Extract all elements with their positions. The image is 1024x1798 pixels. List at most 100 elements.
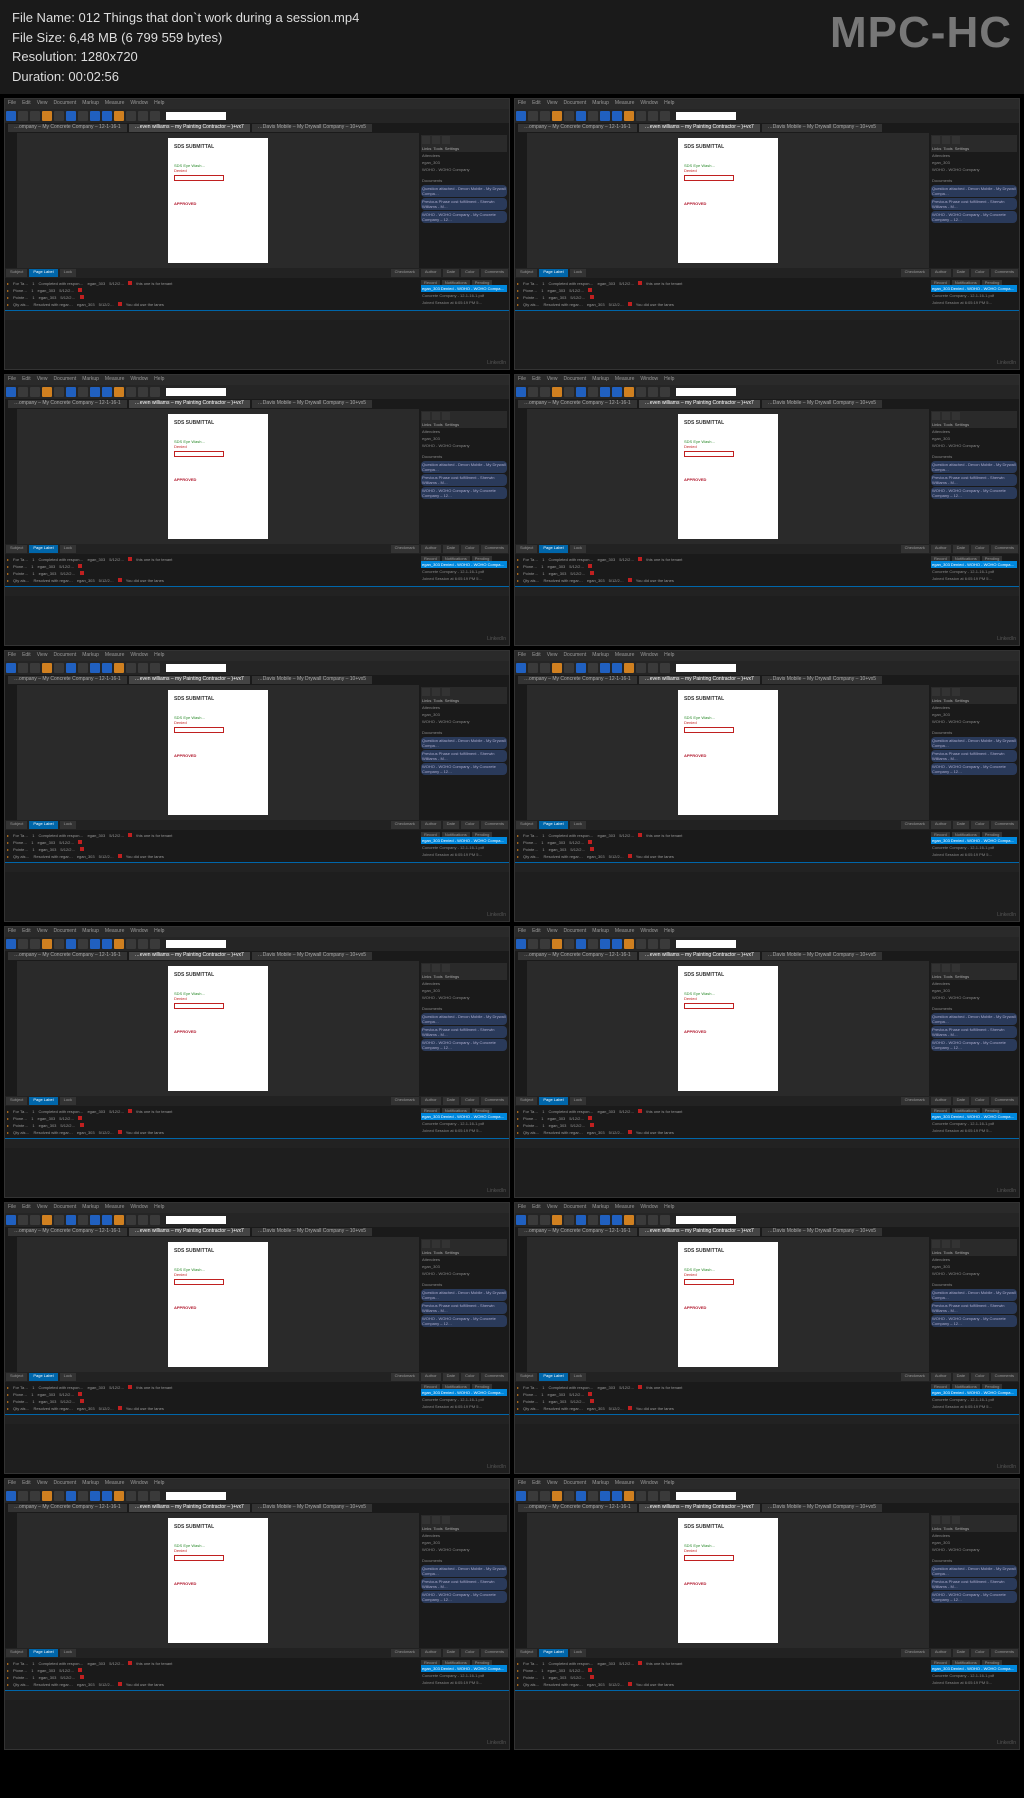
session-row[interactable]: Joined Session at 6:05:19 PM 5… <box>421 1403 507 1410</box>
markup-row[interactable]: ▸ Qty als… Resolved with regar… egan_303… <box>517 301 927 308</box>
toolbar-icon[interactable] <box>636 387 646 397</box>
menubar[interactable]: File Edit View Document Markup Measure W… <box>515 1479 1019 1489</box>
btab-subject[interactable]: Subject <box>516 821 537 829</box>
panel-icon[interactable] <box>932 964 940 972</box>
btab-comments[interactable]: Comments <box>481 1649 508 1657</box>
rtab-notif[interactable]: Notifications <box>442 832 470 837</box>
toolbar-icon[interactable] <box>660 1215 670 1225</box>
session-row[interactable]: Joined Session at 6:05:19 PM 5… <box>421 299 507 306</box>
toolbar-icon[interactable] <box>612 663 622 673</box>
doc-tab[interactable]: …even williams – my Painting Contractor … <box>639 124 760 132</box>
toolbar-icon[interactable] <box>576 111 586 121</box>
rtab-pending[interactable]: Pending <box>982 556 1003 561</box>
panel-icon[interactable] <box>952 412 960 420</box>
toolbar-icon[interactable] <box>588 1491 598 1501</box>
menu-view[interactable]: View <box>37 376 48 384</box>
btab-subject[interactable]: Subject <box>516 269 537 277</box>
document-item[interactable]: WOHO - WOHO Company - My Concrete Compan… <box>421 1039 507 1051</box>
doc-tab[interactable]: …Davis Mobile – My Drywall Company – 10+… <box>762 952 882 960</box>
toolbar-icon[interactable] <box>552 1491 562 1501</box>
doc-tab[interactable]: …ompany – My Concrete Company – 12-1-16-… <box>8 1504 127 1512</box>
menu-window[interactable]: Window <box>130 928 148 936</box>
btab-check[interactable]: Checkmark <box>391 821 419 829</box>
markup-row[interactable]: ▸ Pointe… 1 egan_303 5/12/2… <box>517 1674 927 1681</box>
btab-author[interactable]: Author <box>421 1373 441 1381</box>
menu-document[interactable]: Document <box>563 928 586 936</box>
markup-row[interactable]: ▸ Qty als… Resolved with regar… egan_303… <box>7 1405 417 1412</box>
menu-document[interactable]: Document <box>53 928 76 936</box>
rtab-notif[interactable]: Notifications <box>952 1660 980 1665</box>
tools-tab[interactable]: Tools <box>943 1526 952 1531</box>
search-input[interactable] <box>676 1492 736 1500</box>
toolbar-icon[interactable] <box>564 387 574 397</box>
left-sidebar[interactable] <box>515 685 527 820</box>
btab-page[interactable]: Page Label <box>29 821 57 829</box>
menu-edit[interactable]: Edit <box>22 100 31 108</box>
menu-file[interactable]: File <box>518 928 526 936</box>
toolbar-icon[interactable] <box>150 1491 160 1501</box>
btab-date[interactable]: Date <box>443 1097 459 1105</box>
markup-row[interactable]: ▸ Pointe… 1 egan_303 5/12/2… <box>7 1122 417 1129</box>
left-sidebar[interactable] <box>515 409 527 544</box>
document-viewport[interactable]: SDS SUBMITTAL SDS Eye Wash… Denied APPRO… <box>527 409 929 544</box>
rtab-notif[interactable]: Notifications <box>442 1384 470 1389</box>
menu-view[interactable]: View <box>37 1204 48 1212</box>
document-item[interactable]: Question attached - Devon Mobile - My Dr… <box>421 1565 507 1577</box>
btab-subject[interactable]: Subject <box>6 545 27 553</box>
btab-author[interactable]: Author <box>931 821 951 829</box>
btab-color[interactable]: Color <box>461 269 479 277</box>
markup-row[interactable]: ▸ For Ta… 1 Completed with respon… egan_… <box>517 1384 927 1391</box>
document-viewport[interactable]: SDS SUBMITTAL SDS Eye Wash… Denied APPRO… <box>527 1237 929 1372</box>
settings-tab[interactable]: Settings <box>445 422 459 427</box>
btab-color[interactable]: Color <box>971 821 989 829</box>
session-highlight[interactable]: egan_303 Denied - WOHO - WOHO Compa… <box>421 1389 507 1396</box>
toolbar-icon[interactable] <box>90 111 100 121</box>
document-viewport[interactable]: SDS SUBMITTAL SDS Eye Wash… Denied APPRO… <box>17 1237 419 1372</box>
toolbar-icon[interactable] <box>576 1491 586 1501</box>
left-sidebar[interactable] <box>5 1237 17 1372</box>
tools-tab[interactable]: Tools <box>943 974 952 979</box>
document-item[interactable]: WOHO - WOHO Company - My Concrete Compan… <box>421 211 507 223</box>
btab-lock[interactable]: Lock <box>570 269 586 277</box>
doc-tab[interactable]: …ompany – My Concrete Company – 12-1-16-… <box>8 676 127 684</box>
rtab-record[interactable]: Record <box>421 280 440 285</box>
btab-check[interactable]: Checkmark <box>391 545 419 553</box>
document-item[interactable]: Previous Phase cost fulfillment - Sherwi… <box>421 474 507 486</box>
links-tab[interactable]: Links <box>932 146 941 151</box>
toolbar-icon[interactable] <box>42 939 52 949</box>
doc-tab[interactable]: …Davis Mobile – My Drywall Company – 10+… <box>762 400 882 408</box>
doc-tab[interactable]: …Davis Mobile – My Drywall Company – 10+… <box>252 124 372 132</box>
document-item[interactable]: WOHO - WOHO Company - My Concrete Compan… <box>931 763 1017 775</box>
menu-help[interactable]: Help <box>154 1204 164 1212</box>
rtab-pending[interactable]: Pending <box>982 1660 1003 1665</box>
search-input[interactable] <box>166 940 226 948</box>
document-item[interactable]: Question attached - Devon Mobile - My Dr… <box>421 1289 507 1301</box>
btab-color[interactable]: Color <box>461 1649 479 1657</box>
menu-window[interactable]: Window <box>640 100 658 108</box>
menubar[interactable]: File Edit View Document Markup Measure W… <box>5 927 509 937</box>
markup-row[interactable]: ▸ Pione… 1 egan_303 5/12/2… <box>7 563 417 570</box>
panel-icon[interactable] <box>422 1240 430 1248</box>
left-sidebar[interactable] <box>5 409 17 544</box>
doc-tab[interactable]: …ompany – My Concrete Company – 12-1-16-… <box>518 1228 637 1236</box>
document-item[interactable]: WOHO - WOHO Company - My Concrete Compan… <box>931 487 1017 499</box>
btab-check[interactable]: Checkmark <box>901 269 929 277</box>
document-item[interactable]: Previous Phase cost fulfillment - Sherwi… <box>931 1302 1017 1314</box>
rtab-pending[interactable]: Pending <box>982 280 1003 285</box>
document-item[interactable]: WOHO - WOHO Company - My Concrete Compan… <box>931 1039 1017 1051</box>
doc-tab[interactable]: …even williams – my Painting Contractor … <box>639 1504 760 1512</box>
toolbar-icon[interactable] <box>612 939 622 949</box>
toolbar-icon[interactable] <box>528 1491 538 1501</box>
toolbar-icon[interactable] <box>528 663 538 673</box>
search-input[interactable] <box>676 664 736 672</box>
menu-markup[interactable]: Markup <box>592 1480 609 1488</box>
menu-edit[interactable]: Edit <box>532 652 541 660</box>
tools-tab[interactable]: Tools <box>943 1250 952 1255</box>
btab-comments[interactable]: Comments <box>991 821 1018 829</box>
markup-row[interactable]: ▸ Pione… 1 egan_303 5/12/2… <box>7 1115 417 1122</box>
document-item[interactable]: WOHO - WOHO Company - My Concrete Compan… <box>421 1591 507 1603</box>
panel-icon[interactable] <box>442 412 450 420</box>
btab-check[interactable]: Checkmark <box>901 1649 929 1657</box>
btab-date[interactable]: Date <box>443 1649 459 1657</box>
markup-row[interactable]: ▸ For Ta… 1 Completed with respon… egan_… <box>517 556 927 563</box>
